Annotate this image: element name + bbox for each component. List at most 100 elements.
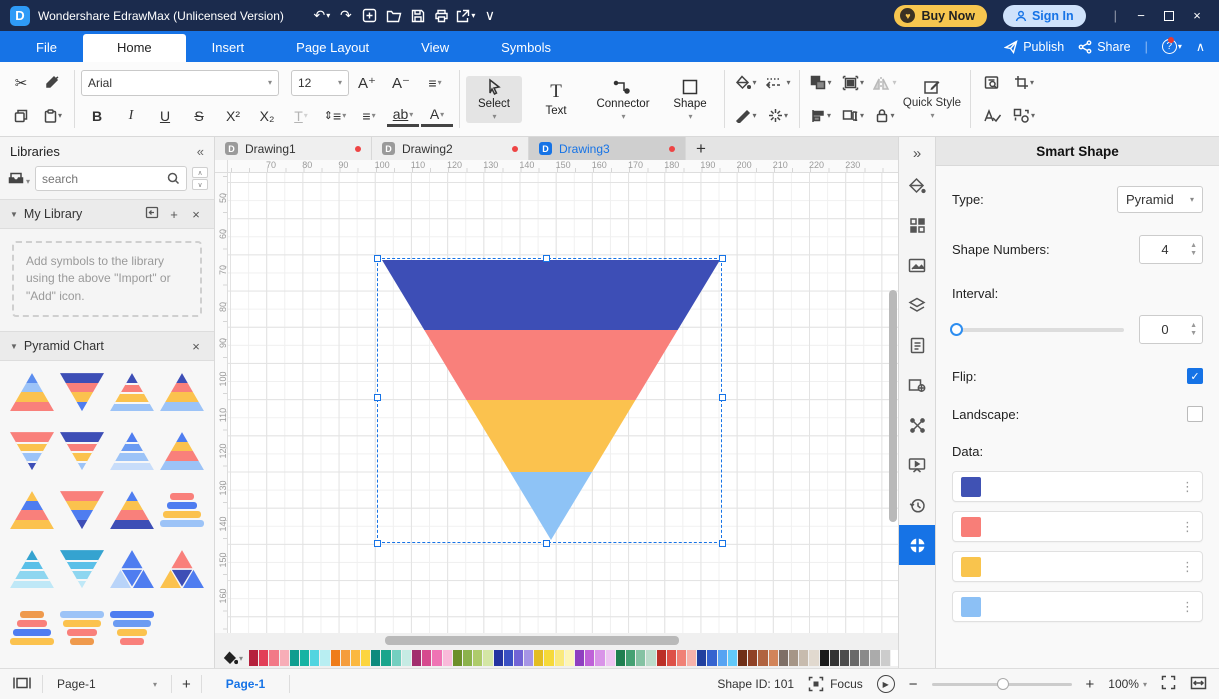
library-shape[interactable]: [60, 373, 104, 412]
palette-color[interactable]: [676, 650, 687, 666]
palette-color[interactable]: [717, 650, 727, 666]
menu-home[interactable]: Home: [82, 34, 186, 62]
palette-color[interactable]: [595, 650, 605, 666]
library-shape[interactable]: [10, 609, 54, 647]
palette-color[interactable]: [412, 650, 422, 666]
scroll-down-button[interactable]: ∨: [192, 179, 208, 190]
zoom-level-select[interactable]: 100% ▾: [1108, 677, 1147, 691]
selection-handle[interactable]: [374, 540, 381, 547]
palette-color[interactable]: [503, 650, 513, 666]
bring-forward-button[interactable]: ▾: [806, 69, 836, 97]
menu-insert[interactable]: Insert: [186, 34, 271, 62]
increase-font-button[interactable]: A⁺: [351, 70, 383, 96]
menu-symbols[interactable]: Symbols: [475, 34, 577, 62]
menu-view[interactable]: View: [395, 34, 475, 62]
palette-color[interactable]: [707, 650, 717, 666]
superscript-button[interactable]: X²: [217, 103, 249, 129]
flip-button[interactable]: ▾: [870, 69, 900, 97]
selection-box[interactable]: [377, 258, 722, 543]
library-shape[interactable]: [60, 609, 104, 647]
presentation-panel-button[interactable]: [899, 445, 936, 485]
library-shape[interactable]: [60, 491, 104, 530]
collapse-ribbon-button[interactable]: ∧: [1196, 39, 1205, 54]
close-button[interactable]: ×: [1183, 5, 1211, 27]
zoom-in-button[interactable]: +: [1086, 676, 1095, 693]
fill-color-button[interactable]: ▾: [731, 69, 761, 97]
smart-connection-panel-button[interactable]: [899, 405, 936, 445]
cut-button[interactable]: ✂: [6, 69, 36, 97]
data-color-row[interactable]: ⋮: [952, 511, 1203, 542]
library-shape[interactable]: [160, 432, 204, 471]
slider-knob[interactable]: [950, 322, 963, 336]
palette-color[interactable]: [636, 650, 646, 666]
palette-color[interactable]: [860, 650, 870, 666]
play-presentation-button[interactable]: ▶: [876, 675, 895, 693]
selection-handle[interactable]: [543, 540, 550, 547]
page-select[interactable]: Page-1 ▾: [53, 677, 161, 691]
minimize-button[interactable]: −: [1127, 5, 1155, 27]
align-shapes-button[interactable]: ▾: [806, 102, 836, 130]
new-document-button[interactable]: [358, 5, 382, 27]
share-button[interactable]: Share: [1078, 40, 1131, 54]
add-library-button[interactable]: +: [166, 207, 182, 222]
line-style-button[interactable]: ▾: [763, 69, 793, 97]
help-button[interactable]: ? ▾: [1161, 37, 1182, 54]
palette-color[interactable]: [768, 650, 778, 666]
zoom-slider-knob[interactable]: [997, 677, 1010, 690]
focus-button[interactable]: Focus: [808, 676, 863, 692]
group-button[interactable]: ▾: [838, 69, 868, 97]
library-shape[interactable]: [10, 432, 54, 471]
palette-color[interactable]: [656, 650, 666, 666]
scroll-up-button[interactable]: ∧: [192, 167, 208, 178]
italic-button[interactable]: I: [115, 103, 147, 129]
sign-in-button[interactable]: Sign In: [1002, 4, 1086, 27]
tab-drawing1[interactable]: D Drawing1: [215, 137, 372, 160]
close-library-button[interactable]: ×: [188, 207, 204, 222]
palette-color[interactable]: [432, 650, 442, 666]
decrease-font-button[interactable]: A⁻: [385, 70, 417, 96]
library-shape[interactable]: [110, 550, 154, 589]
palette-color[interactable]: [839, 650, 850, 666]
palette-color[interactable]: [493, 650, 503, 666]
palette-color[interactable]: [727, 650, 738, 666]
library-shape[interactable]: [110, 373, 154, 412]
import-library-button[interactable]: [144, 206, 160, 222]
kebab-menu-icon[interactable]: ⋮: [1181, 599, 1194, 615]
library-search-box[interactable]: [35, 166, 187, 191]
text-style-button[interactable]: T ▾: [285, 103, 317, 129]
palette-color[interactable]: [452, 650, 462, 666]
text-tool[interactable]: T Text: [528, 79, 584, 119]
subscript-button[interactable]: X₂: [251, 103, 283, 129]
palette-color[interactable]: [666, 650, 676, 666]
palette-color[interactable]: [401, 650, 412, 666]
palette-color[interactable]: [819, 650, 829, 666]
palette-color[interactable]: [544, 650, 554, 666]
palette-color[interactable]: [289, 650, 299, 666]
palette-color[interactable]: [350, 650, 361, 666]
library-shape[interactable]: [160, 373, 204, 412]
palette-color[interactable]: [799, 650, 809, 666]
selection-handle[interactable]: [543, 255, 550, 262]
type-select[interactable]: Pyramid ▾: [1117, 186, 1203, 213]
palette-color[interactable]: [758, 650, 768, 666]
copy-button[interactable]: [6, 102, 36, 130]
kebab-menu-icon[interactable]: ⋮: [1181, 479, 1194, 495]
tab-drawing2[interactable]: D Drawing2: [372, 137, 529, 160]
my-library-section-header[interactable]: ▼ My Library + ×: [0, 199, 214, 229]
fit-to-width-button[interactable]: [1190, 676, 1207, 693]
library-shape[interactable]: [160, 550, 204, 589]
kebab-menu-icon[interactable]: ⋮: [1181, 519, 1194, 535]
palette-color[interactable]: [778, 650, 788, 666]
distribute-size-button[interactable]: ▾: [838, 102, 868, 130]
palette-color[interactable]: [534, 650, 544, 666]
spelling-check-button[interactable]: [977, 102, 1007, 130]
close-section-button[interactable]: ×: [188, 339, 204, 354]
history-panel-button[interactable]: [899, 485, 936, 525]
redo-button[interactable]: ↷: [334, 5, 358, 27]
data-color-row[interactable]: ⋮: [952, 591, 1203, 622]
palette-color[interactable]: [340, 650, 350, 666]
palette-color[interactable]: [564, 650, 575, 666]
page-overview-button[interactable]: [12, 676, 32, 693]
search-input[interactable]: [42, 171, 167, 186]
bold-button[interactable]: B: [81, 103, 113, 129]
